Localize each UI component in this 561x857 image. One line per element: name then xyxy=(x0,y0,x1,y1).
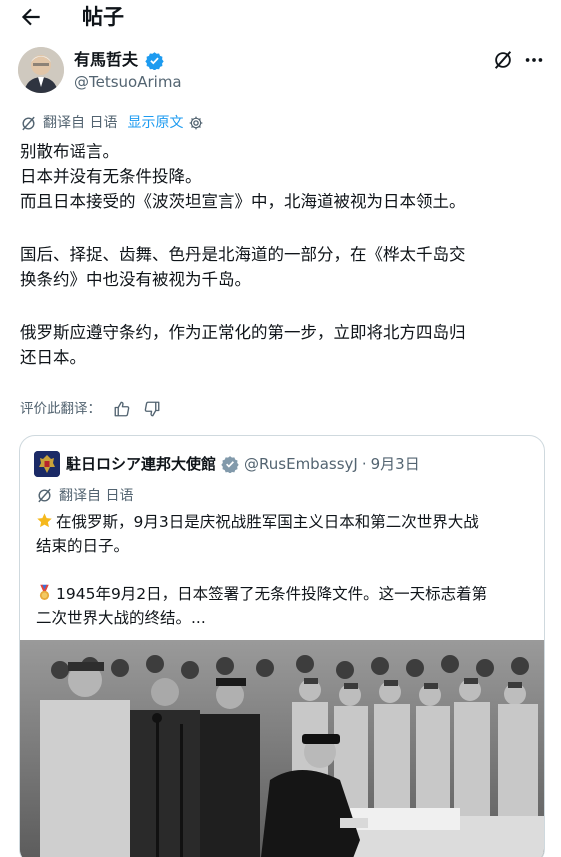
post-line: 别散布谣言。 xyxy=(20,142,119,161)
thumbs-down-icon[interactable] xyxy=(143,400,161,418)
quoted-text: 在俄罗斯，9月3日是庆祝战胜军国主义日本和第二次世界大战 xyxy=(56,513,479,531)
top-bar: 帖子 xyxy=(0,0,561,36)
quoted-line: 1945年9月2日，日本签署了无条件投降文件。这一天标志着第 xyxy=(36,582,536,606)
separator-dot: · xyxy=(361,455,367,473)
post-line: 换条约》中也没有被视为千岛。 xyxy=(20,270,251,289)
post-line: 而且日本接受的《波茨坦宣言》中，北海道被视为日本领土。 xyxy=(20,192,466,211)
post-text: 别散布谣言。 日本并没有无条件投降。 而且日本接受的《波茨坦宣言》中，北海道被视… xyxy=(20,139,545,370)
quoted-translation-label: 翻译自 日语 xyxy=(59,488,134,504)
gear-icon[interactable] xyxy=(188,115,204,131)
translate-icon xyxy=(38,488,51,502)
translation-label: 翻译自 日语 xyxy=(43,115,118,131)
quoted-post-text: 在俄罗斯，9月3日是庆祝战胜军国主义日本和第二次世界大战 结束的日子。 1945… xyxy=(36,510,536,630)
verified-badge-icon xyxy=(145,52,164,70)
post-line: 日本并没有无条件投降。 xyxy=(20,167,202,186)
star-emoji-icon xyxy=(37,513,52,528)
back-arrow-icon[interactable] xyxy=(18,4,44,30)
grok-icon[interactable] xyxy=(492,49,514,71)
post-author: 有馬哲夫 @TetsuoArima xyxy=(18,47,548,97)
quoted-avatar xyxy=(34,451,60,477)
quoted-line: 结束的日子。 xyxy=(36,537,130,555)
quoted-text: 1945年9月2日，日本签署了无条件投降文件。这一天标志着第 xyxy=(56,585,488,603)
display-name[interactable]: 有馬哲夫 xyxy=(74,50,138,70)
rate-translation: 评价此翻译： xyxy=(20,398,161,420)
show-original-link[interactable]: 显示原文 xyxy=(127,113,183,133)
gray-verified-badge-icon xyxy=(221,456,239,473)
quoted-post[interactable]: 駐日ロシア連邦大使館 @RusEmbassyJ · 9月3日 翻译自 日语 在俄… xyxy=(19,435,545,857)
rate-label: 评价此翻译： xyxy=(20,401,101,417)
page-title: 帖子 xyxy=(82,5,124,29)
quoted-handle: @RusEmbassyJ xyxy=(244,455,358,473)
avatar[interactable] xyxy=(18,47,64,93)
post-line: 还日本。 xyxy=(20,348,86,367)
historical-photo[interactable] xyxy=(20,640,544,857)
quoted-translation-info: 翻译自 日语 xyxy=(36,485,133,505)
quoted-line: 二次世界大战的终结。... xyxy=(36,609,206,627)
more-icon[interactable] xyxy=(523,49,545,71)
quoted-line: 在俄罗斯，9月3日是庆祝战胜军国主义日本和第二次世界大战 xyxy=(36,510,536,534)
post-line: 俄罗斯应遵守条约，作为正常化的第一步，立即将北方四岛归 xyxy=(20,323,466,342)
post-line: 国后、择捉、齿舞、色丹是北海道的一部分，在《桦太千岛交 xyxy=(20,245,466,264)
quoted-post-header: 駐日ロシア連邦大使館 @RusEmbassyJ · 9月3日 xyxy=(34,451,420,477)
medal-emoji-icon xyxy=(39,584,50,600)
quoted-display-name: 駐日ロシア連邦大使館 xyxy=(66,455,217,473)
translation-info: 翻译自 日语 显示原文 xyxy=(20,113,204,133)
quoted-date: 9月3日 xyxy=(370,455,420,473)
user-handle[interactable]: @TetsuoArima xyxy=(74,73,182,91)
translate-icon xyxy=(22,116,35,130)
thumbs-up-icon[interactable] xyxy=(113,400,131,418)
